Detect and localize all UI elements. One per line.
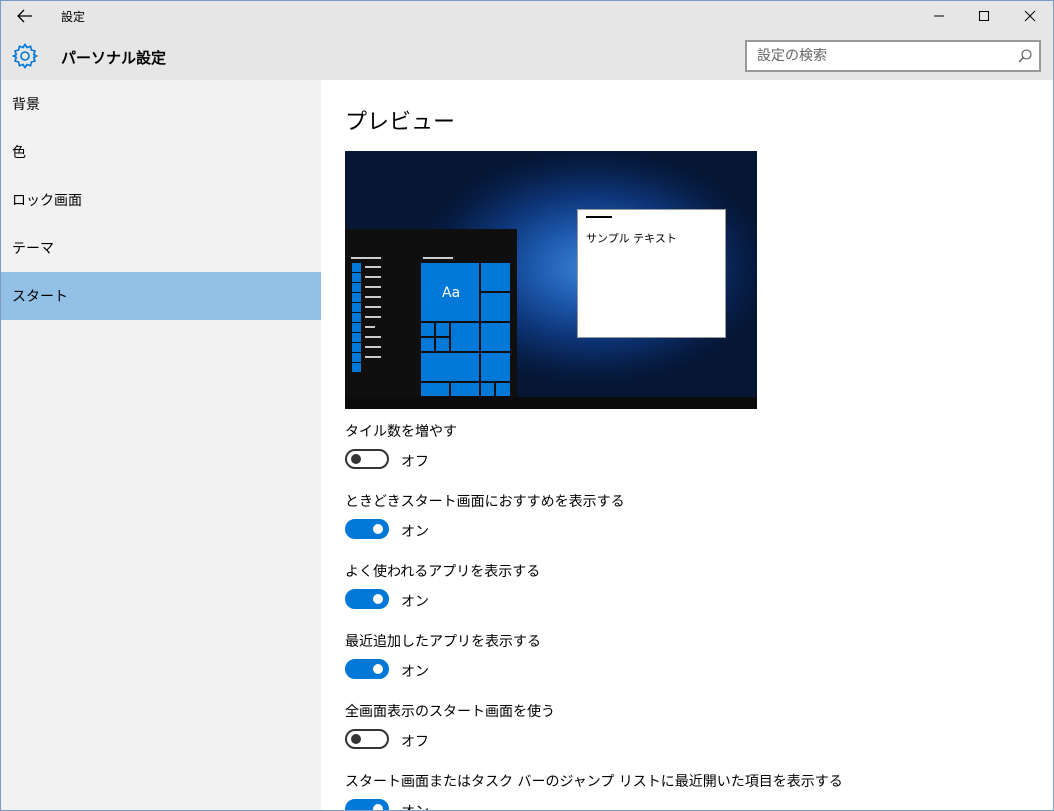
setting-recently-added-label: 最近追加したアプリを表示する (345, 634, 541, 650)
sidebar-item-lock-screen[interactable]: ロック画面 (0, 176, 321, 224)
setting-most-used-toggle[interactable] (345, 589, 389, 609)
back-button[interactable] (8, 0, 42, 32)
search-box[interactable] (745, 40, 1041, 72)
start-preview-image: Aa サンプル テキスト (345, 151, 757, 409)
sidebar-item-colors[interactable]: 色 (0, 128, 321, 176)
setting-jump-list-label: スタート画面またはタスク バーのジャンプ リストに最近開いた項目を表示する (345, 774, 843, 790)
page-title: パーソナル設定 (61, 49, 167, 67)
preview-start-menu: Aa (345, 229, 517, 397)
maximize-icon (979, 11, 989, 21)
setting-recently-added-state: オン (401, 664, 429, 680)
search-input[interactable] (747, 42, 1017, 70)
setting-more-tiles-toggle[interactable] (345, 449, 389, 469)
close-button[interactable] (1007, 0, 1053, 32)
setting-full-screen-state: オフ (401, 734, 429, 750)
setting-most-used-state: オン (401, 594, 429, 610)
sidebar-item-background[interactable]: 背景 (0, 80, 321, 128)
maximize-button[interactable] (961, 0, 1007, 32)
setting-recently-added-toggle[interactable] (345, 659, 389, 679)
search-icon[interactable] (1017, 48, 1033, 64)
back-arrow-icon (17, 9, 32, 23)
section-title: プレビュー (345, 110, 456, 135)
minimize-button[interactable] (916, 0, 962, 32)
page-header: パーソナル設定 (0, 32, 1054, 80)
setting-suggestions-state: オン (401, 524, 429, 540)
gear-icon (12, 43, 38, 69)
sidebar: 背景 色 ロック画面 テーマ スタート (0, 80, 321, 811)
close-icon (1024, 10, 1036, 22)
preview-sample-text: サンプル テキスト (586, 232, 677, 245)
setting-full-screen-toggle[interactable] (345, 729, 389, 749)
window-title: 設定 (61, 10, 86, 24)
setting-more-tiles-label: タイル数を増やす (345, 424, 457, 440)
preview-taskbar (345, 397, 757, 409)
setting-jump-list-toggle[interactable] (345, 799, 389, 811)
preview-sample-window: サンプル テキスト (577, 209, 726, 338)
setting-full-screen-label: 全画面表示のスタート画面を使う (345, 704, 555, 720)
sidebar-item-themes[interactable]: テーマ (0, 224, 321, 272)
preview-tile-text: Aa (442, 285, 461, 301)
sidebar-item-start[interactable]: スタート (0, 272, 321, 320)
setting-more-tiles-state: オフ (401, 454, 429, 470)
setting-suggestions-toggle[interactable] (345, 519, 389, 539)
minimize-icon (934, 15, 944, 17)
title-bar: 設定 (0, 0, 1054, 32)
setting-most-used-label: よく使われるアプリを表示する (345, 564, 541, 580)
setting-suggestions-label: ときどきスタート画面におすすめを表示する (345, 494, 625, 510)
main-content: プレビュー Aa サンプル テキスト タイル数を増やす オフ ときどきスタート画… (321, 80, 1054, 811)
setting-jump-list-state: オン (401, 801, 429, 811)
